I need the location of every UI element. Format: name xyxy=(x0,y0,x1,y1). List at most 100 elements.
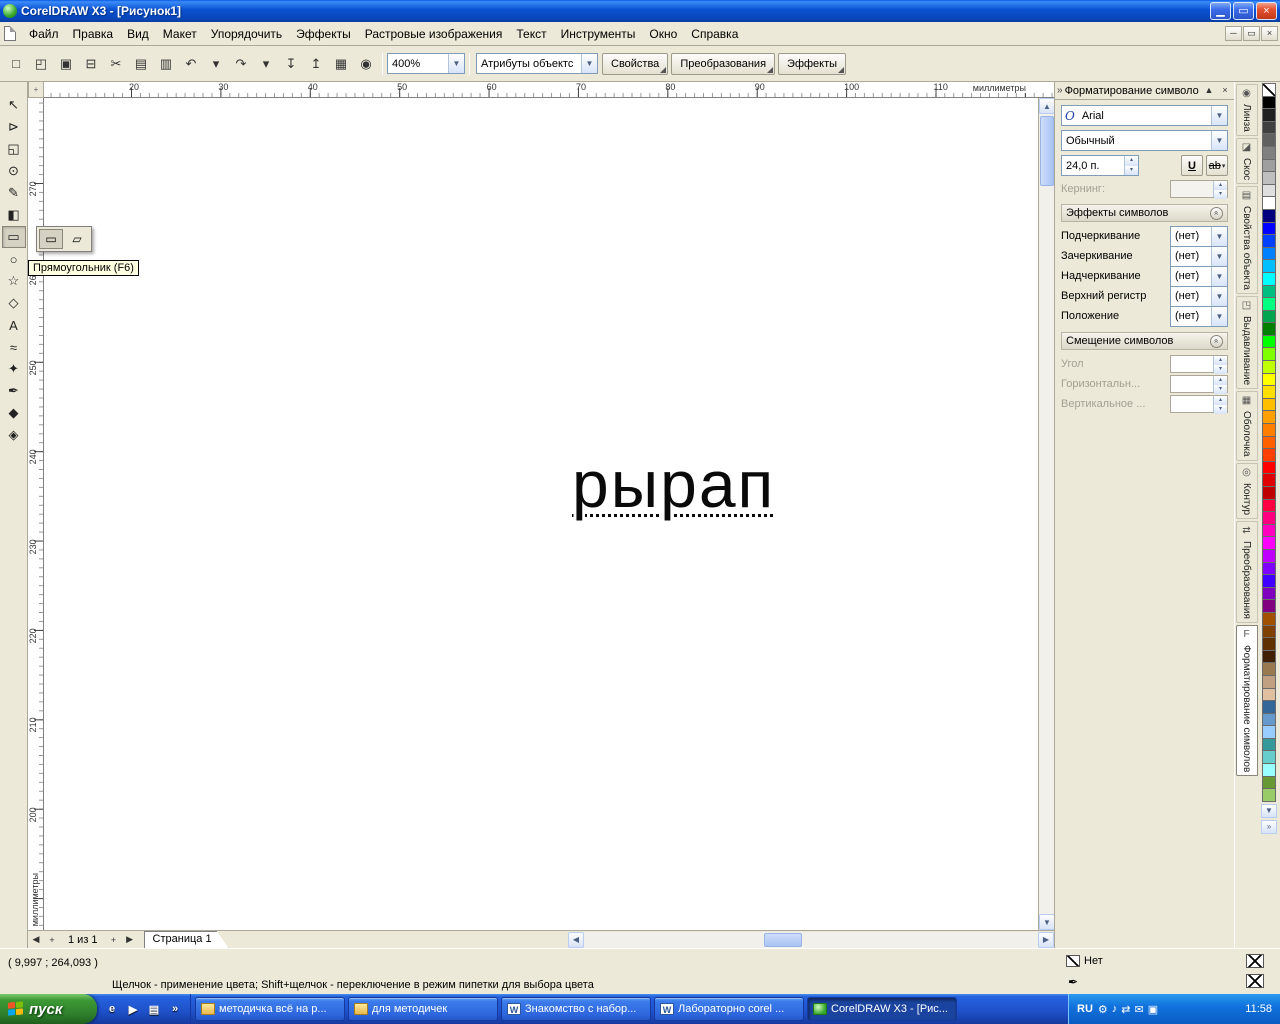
copy-icon[interactable]: ▤ xyxy=(129,52,153,76)
menu-item[interactable]: Упорядочить xyxy=(204,24,289,44)
fill-tool[interactable]: ◆ xyxy=(2,402,26,424)
taskbar-task-button[interactable]: Знакомство с набор... xyxy=(501,997,651,1021)
color-swatch[interactable] xyxy=(1262,511,1276,525)
save-icon[interactable]: ▣ xyxy=(54,52,78,76)
dropdown-arrow-icon[interactable] xyxy=(1211,246,1227,266)
language-indicator[interactable]: RU xyxy=(1077,1003,1093,1015)
menu-item[interactable]: Макет xyxy=(156,24,204,44)
collapse-section-icon[interactable]: « xyxy=(1210,206,1223,220)
menu-item[interactable]: Окно xyxy=(642,24,684,44)
font-family-combo[interactable]: O Arial xyxy=(1061,105,1228,126)
prev-page-icon[interactable]: ◀ xyxy=(28,932,44,948)
dropdown-arrow-icon[interactable]: ▾ xyxy=(1222,162,1226,170)
color-swatch[interactable] xyxy=(1262,334,1276,349)
collapse-section-icon[interactable]: « xyxy=(1210,334,1223,348)
dropdown-arrow-icon[interactable] xyxy=(1211,286,1227,306)
taskbar-task-button[interactable]: методичка всё на р... xyxy=(195,997,345,1021)
underline-button[interactable]: U xyxy=(1181,155,1203,176)
paste-icon[interactable]: ▥ xyxy=(154,52,178,76)
messenger-icon[interactable]: ✉ xyxy=(1134,1003,1143,1016)
color-swatch[interactable] xyxy=(1262,322,1276,336)
taskbar-task-button[interactable]: CorelDRAW X3 - [Рис... xyxy=(807,997,957,1021)
color-swatch[interactable] xyxy=(1262,448,1276,462)
clock[interactable]: 11:58 xyxy=(1245,1003,1272,1015)
color-swatch[interactable] xyxy=(1262,574,1276,588)
corel-online-icon[interactable]: ◉ xyxy=(354,52,378,76)
menu-item[interactable]: Вид xyxy=(120,24,156,44)
color-swatch[interactable] xyxy=(1262,750,1276,765)
color-swatch[interactable] xyxy=(1262,548,1276,563)
color-swatch[interactable] xyxy=(1262,259,1276,273)
docker-close-icon[interactable]: × xyxy=(1218,84,1232,98)
dropdown-arrow-icon[interactable] xyxy=(1211,226,1227,246)
pick-tool[interactable]: ↖ xyxy=(2,94,26,116)
minimize-button[interactable]: ▁ xyxy=(1210,2,1231,20)
color-swatch[interactable] xyxy=(1262,624,1276,639)
color-swatch[interactable] xyxy=(1262,523,1276,538)
cut-icon[interactable]: ✂ xyxy=(104,52,128,76)
vertical-scrollbar[interactable]: ▲ ▼ xyxy=(1038,98,1055,930)
kerning-spinner[interactable]: ▴ ▾ xyxy=(1213,181,1227,199)
toolbar-button[interactable]: Преобразования xyxy=(671,52,776,75)
palette-scroll-down-icon[interactable]: ▼ xyxy=(1261,803,1277,818)
document-close-button[interactable]: × xyxy=(1261,26,1278,41)
color-swatch[interactable] xyxy=(1262,737,1276,752)
interactive-blend-tool[interactable]: ≈ xyxy=(2,336,26,358)
polygon-tool[interactable]: ☆ xyxy=(2,270,26,292)
show-desktop-icon[interactable]: ▤ xyxy=(145,1000,163,1018)
docker-tab[interactable]: ◳ Выдавливание xyxy=(1235,296,1258,390)
color-swatch[interactable] xyxy=(1262,775,1276,790)
color-swatch[interactable] xyxy=(1262,234,1276,248)
color-swatch[interactable] xyxy=(1262,397,1276,412)
eyedropper-tool[interactable]: ✦ xyxy=(2,358,26,380)
dropdown-arrow-icon[interactable] xyxy=(448,54,464,73)
no-color-swatch[interactable] xyxy=(1262,83,1276,97)
effect-value-combo[interactable]: (нет) xyxy=(1170,265,1228,287)
dropdown-arrow-icon[interactable] xyxy=(1211,131,1227,150)
menu-item[interactable]: Справка xyxy=(684,24,745,44)
color-swatch[interactable] xyxy=(1262,561,1276,576)
volume-icon[interactable]: ♪ xyxy=(1112,1003,1118,1016)
color-swatch[interactable] xyxy=(1262,637,1276,651)
media-player-icon[interactable]: ▶ xyxy=(124,1000,142,1018)
zoom-level-combo[interactable]: 400% xyxy=(387,53,465,74)
font-style-combo[interactable]: Обычный xyxy=(1061,130,1228,151)
export-icon[interactable]: ↥ xyxy=(304,52,328,76)
character-effects-section[interactable]: Эффекты символов « xyxy=(1061,204,1228,222)
dropdown-arrow-icon[interactable] xyxy=(1211,266,1227,286)
menu-item[interactable]: Эффекты xyxy=(289,24,358,44)
color-swatch[interactable] xyxy=(1262,297,1276,311)
color-swatch[interactable] xyxy=(1262,423,1276,437)
scroll-left-icon[interactable]: ◀ xyxy=(568,931,584,948)
docker-tab[interactable]: F Форматирование символов xyxy=(1235,624,1258,777)
new-document-icon[interactable]: □ xyxy=(4,52,28,76)
zoom-tool[interactable]: ⊙ xyxy=(2,160,26,182)
print-icon[interactable]: ⊟ xyxy=(79,52,103,76)
color-swatch[interactable] xyxy=(1262,246,1276,261)
dropdown-arrow-icon[interactable] xyxy=(1211,306,1227,326)
undo-icon[interactable]: ↶ xyxy=(179,52,203,76)
color-swatch[interactable] xyxy=(1262,372,1276,387)
docker-tab[interactable]: ◉ Линза xyxy=(1235,84,1258,136)
add-page-after-icon[interactable]: + xyxy=(106,932,122,948)
ellipse-tool[interactable]: ○ xyxy=(2,248,26,270)
quicklaunch-more-icon[interactable]: » xyxy=(166,1000,184,1018)
kerning-field[interactable]: ▴ ▾ xyxy=(1170,180,1228,199)
smart-fill-tool[interactable]: ◧ xyxy=(2,204,26,226)
color-swatch[interactable] xyxy=(1262,498,1276,513)
color-swatch[interactable] xyxy=(1262,208,1276,223)
redo-icon[interactable]: ↷ xyxy=(229,52,253,76)
crop-tool[interactable]: ◱ xyxy=(2,138,26,160)
toolbar-button[interactable]: Эффекты xyxy=(778,52,847,75)
import-icon[interactable]: ↧ xyxy=(279,52,303,76)
docker-tab[interactable]: ▦ Оболочка xyxy=(1235,391,1258,461)
network-icon[interactable]: ⇄ xyxy=(1121,1003,1130,1016)
docker-tab[interactable]: ◪ Скос xyxy=(1235,137,1258,185)
docker-tab[interactable]: ◎ Контур xyxy=(1235,462,1258,519)
open-icon[interactable]: ◰ xyxy=(29,52,53,76)
color-swatch[interactable] xyxy=(1262,486,1276,500)
toolbar-button[interactable]: Свойства xyxy=(602,52,669,75)
ruler-origin-icon[interactable]: + xyxy=(28,82,44,98)
menu-item[interactable]: Правка xyxy=(66,24,121,44)
color-swatch[interactable] xyxy=(1262,536,1276,550)
